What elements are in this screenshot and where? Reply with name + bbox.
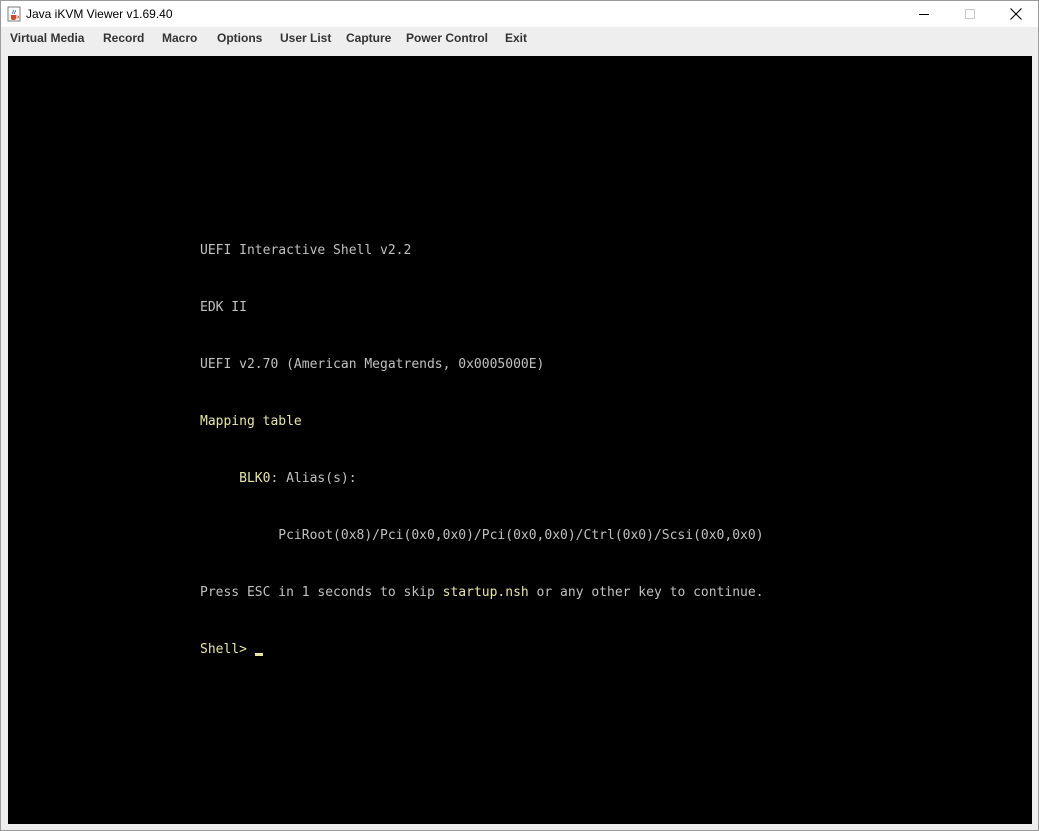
menu-user-list[interactable]: User List: [280, 30, 331, 46]
menu-record[interactable]: Record: [103, 30, 144, 46]
text-cursor: [254, 653, 263, 656]
uefi-version-line: UEFI v2.70 (American Megatrends, 0x00050…: [200, 357, 545, 372]
minimize-button[interactable]: [901, 1, 947, 27]
menu-exit[interactable]: Exit: [505, 30, 527, 46]
java-cup-icon: [7, 6, 21, 22]
device-path-line: PciRoot(0x8)/Pci(0x0,0x0)/Pci(0x0,0x0)/C…: [200, 528, 764, 543]
close-button[interactable]: [993, 1, 1039, 27]
shell-prompt-line[interactable]: Shell>: [200, 640, 764, 659]
menu-bar: Virtual Media Record Macro Options User …: [1, 27, 1038, 49]
startup-text-after: or any other key to continue.: [528, 585, 764, 600]
close-icon: [1010, 8, 1022, 20]
startup-file-name: startup.nsh: [442, 585, 529, 600]
title-bar[interactable]: Java iKVM Viewer v1.69.40: [1, 1, 1038, 27]
menu-virtual-media[interactable]: Virtual Media: [10, 30, 84, 46]
mapping-table-heading: Mapping table: [200, 414, 302, 429]
maximize-icon: [965, 9, 975, 19]
uefi-shell-output: UEFI Interactive Shell v2.2 EDK II UEFI …: [200, 203, 764, 697]
device-name: BLK0: [239, 471, 271, 486]
window-title: Java iKVM Viewer v1.69.40: [26, 7, 173, 21]
startup-text-before: Press ESC in 1 seconds to skip: [200, 585, 443, 600]
menu-macro[interactable]: Macro: [162, 30, 197, 46]
shell-prompt: Shell>: [200, 642, 255, 657]
mapping-indent: [200, 471, 239, 486]
minimize-icon: [919, 14, 929, 15]
alias-label: : Alias(s):: [270, 471, 357, 486]
startup-prompt-line: Press ESC in 1 seconds to skip startup.n…: [200, 583, 764, 602]
shell-version-line: UEFI Interactive Shell v2.2: [200, 243, 412, 258]
maximize-button[interactable]: [947, 1, 993, 27]
edk-line: EDK II: [200, 300, 247, 315]
mapping-entry-line: BLK0: Alias(s):: [200, 469, 764, 488]
menu-options[interactable]: Options: [217, 30, 262, 46]
menu-capture[interactable]: Capture: [346, 30, 391, 46]
ikvm-window: Java iKVM Viewer v1.69.40 Virtual Media …: [0, 0, 1039, 831]
menu-power-control[interactable]: Power Control: [406, 30, 488, 46]
remote-console-screen[interactable]: UEFI Interactive Shell v2.2 EDK II UEFI …: [8, 56, 1032, 824]
